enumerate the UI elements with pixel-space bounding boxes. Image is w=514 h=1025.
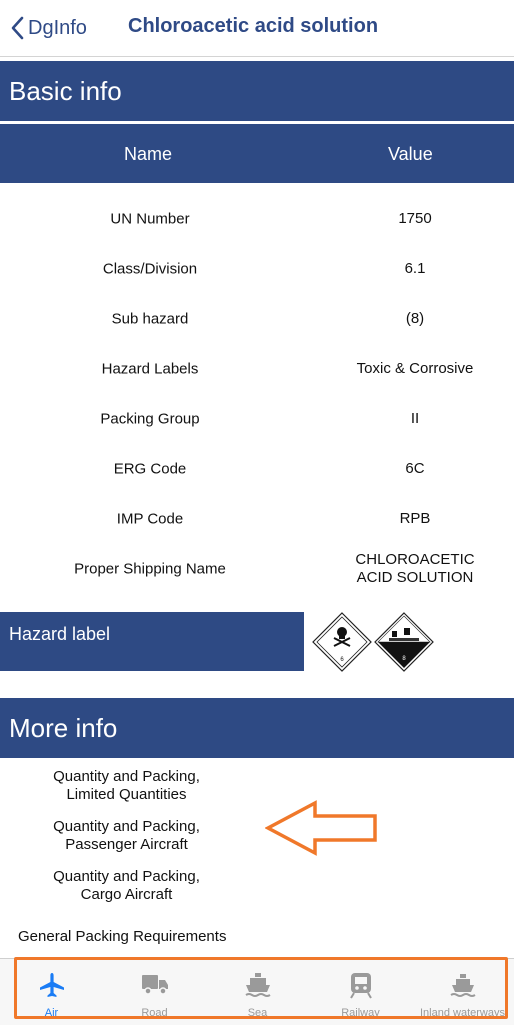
table-header: Name Value bbox=[0, 124, 514, 183]
more-info-link-line: Passenger Aircraft bbox=[65, 836, 188, 853]
tab-railway[interactable]: Railway bbox=[309, 959, 412, 1025]
row-name: Packing Group bbox=[100, 410, 200, 428]
table-row: UN Number 1750 bbox=[0, 199, 514, 239]
more-info-link-limited-quantities[interactable]: Quantity and Packing, Limited Quantities bbox=[24, 768, 229, 804]
corrosive-hazard-label: 8 bbox=[374, 612, 434, 672]
column-header-name: Name bbox=[124, 144, 173, 164]
corrosive-icon: 8 bbox=[374, 612, 434, 672]
tab-label: Air bbox=[44, 1007, 59, 1019]
table-row: IMP Code RPB bbox=[0, 499, 514, 539]
annotation-arrow-icon bbox=[265, 800, 377, 856]
more-info-header: More info bbox=[0, 698, 514, 758]
more-info-link-passenger-aircraft[interactable]: Quantity and Packing, Passenger Aircraft bbox=[24, 818, 229, 854]
row-value: (8) bbox=[405, 310, 425, 327]
more-info-link-line: Limited Quantities bbox=[66, 786, 187, 803]
row-name: Class/Division bbox=[102, 260, 198, 278]
row-name: Sub hazard bbox=[111, 310, 189, 328]
page-title: Chloroacetic acid solution bbox=[128, 15, 379, 37]
hazard-label-header: Hazard label bbox=[0, 612, 304, 671]
row-value-line: ACID SOLUTION bbox=[356, 569, 474, 586]
tab-label: Inland waterways bbox=[420, 1007, 505, 1019]
more-info-link-line: Quantity and Packing, bbox=[53, 868, 200, 885]
tab-label: Sea bbox=[247, 1007, 268, 1019]
row-value: RPB bbox=[399, 510, 431, 527]
chevron-left-icon bbox=[11, 16, 24, 40]
row-value: 1750 bbox=[398, 210, 432, 227]
airplane-icon bbox=[39, 973, 64, 997]
row-value: Toxic & Corrosive bbox=[356, 360, 474, 377]
row-value: 6.1 bbox=[404, 260, 426, 277]
hazard-label-title: Hazard label bbox=[9, 624, 111, 644]
basic-info-title: Basic info bbox=[9, 75, 122, 106]
toxic-hazard-label: 6 bbox=[312, 612, 372, 672]
tab-sea[interactable]: Sea bbox=[206, 959, 309, 1025]
row-name: ERG Code bbox=[113, 460, 187, 478]
train-icon bbox=[349, 973, 372, 999]
more-info-link-line: Quantity and Packing, bbox=[53, 818, 200, 835]
tab-bar: Air Road Sea Railway Inland waterways bbox=[0, 958, 514, 1025]
table-row: ERG Code 6C bbox=[0, 449, 514, 489]
row-name: Hazard Labels bbox=[101, 360, 199, 378]
row-name: IMP Code bbox=[116, 510, 184, 528]
tab-road[interactable]: Road bbox=[103, 959, 206, 1025]
tab-air[interactable]: Air bbox=[0, 959, 103, 1025]
truck-icon bbox=[141, 975, 168, 995]
back-label: DgInfo bbox=[28, 16, 87, 39]
table-row: Packing Group II bbox=[0, 399, 514, 439]
boat-icon bbox=[449, 974, 476, 997]
tab-label: Railway bbox=[341, 1007, 380, 1019]
table-row: Hazard Labels Toxic & Corrosive bbox=[0, 349, 514, 389]
tab-label: Road bbox=[141, 1007, 168, 1019]
tab-inland-waterways[interactable]: Inland waterways bbox=[411, 959, 514, 1025]
row-value: CHLOROACETIC ACID SOLUTION bbox=[330, 551, 500, 587]
more-info-title: More info bbox=[9, 712, 118, 743]
row-value-line: CHLOROACETIC bbox=[355, 551, 475, 568]
general-packing-requirements-link[interactable]: General Packing Requirements bbox=[18, 928, 226, 945]
more-info-link-line: Cargo Aircraft bbox=[80, 886, 173, 903]
row-name: UN Number bbox=[110, 210, 190, 228]
column-header-value: Value bbox=[388, 144, 433, 164]
row-name: Proper Shipping Name bbox=[74, 560, 226, 578]
row-value: 6C bbox=[405, 460, 425, 477]
basic-info-header: Basic info bbox=[0, 61, 514, 121]
ship-icon bbox=[244, 973, 271, 997]
table-row: Class/Division 6.1 bbox=[0, 249, 514, 289]
row-value: II bbox=[410, 410, 420, 427]
table-row: Proper Shipping Name CHLOROACETIC ACID S… bbox=[0, 549, 514, 589]
toxic-skull-icon: 6 bbox=[312, 612, 372, 672]
more-info-link-cargo-aircraft[interactable]: Quantity and Packing, Cargo Aircraft bbox=[24, 868, 229, 904]
back-button[interactable]: DgInfo bbox=[10, 12, 87, 44]
more-info-link-line: Quantity and Packing, bbox=[53, 768, 200, 785]
navigation-bar: DgInfo Chloroacetic acid solution bbox=[0, 0, 514, 57]
table-row: Sub hazard (8) bbox=[0, 299, 514, 339]
